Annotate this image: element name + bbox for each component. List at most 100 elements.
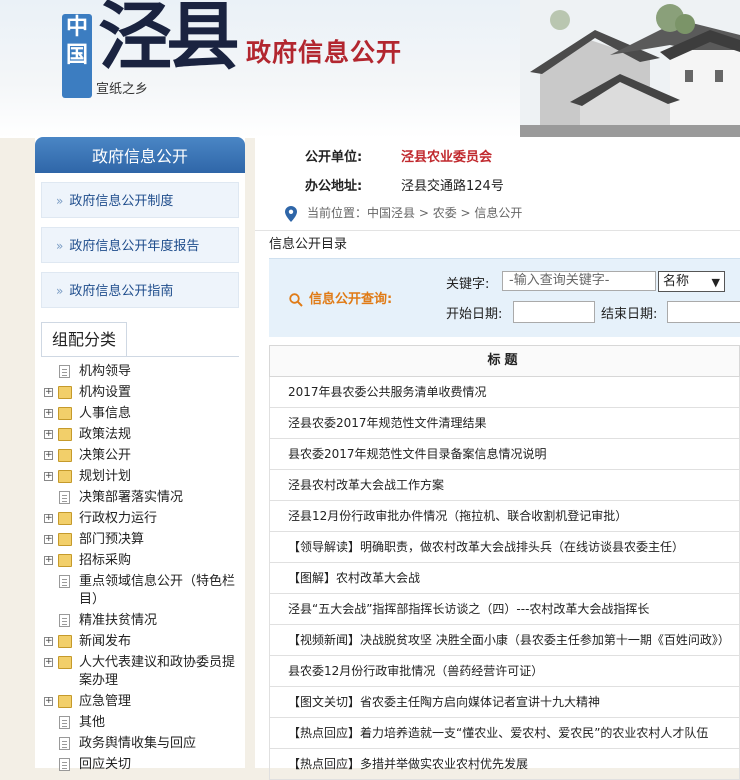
tree-item[interactable]: 重点领域信息公开（特色栏目）: [41, 573, 245, 609]
folder-icon: [58, 470, 72, 483]
tree-item-label: 机构领导: [79, 364, 132, 379]
tree-item[interactable]: + 新闻发布: [41, 633, 245, 651]
keyword-input[interactable]: -输入查询关键字-: [502, 271, 656, 291]
sidebar-link-annual-report[interactable]: » 政府信息公开年度报告: [41, 227, 239, 263]
table-row[interactable]: 2017年县农委公共服务清单收费情况: [269, 377, 740, 408]
tree-item-label: 人事信息: [79, 406, 132, 421]
sidebar-link-label: 政府信息公开制度: [69, 194, 174, 209]
table-row[interactable]: 县农委2017年规范性文件目录备案信息情况说明: [269, 439, 740, 470]
folder-icon: [58, 554, 72, 567]
tree-item-label: 人大代表建议和政协委员提案办理: [79, 655, 236, 688]
tree-item-label: 决策公开: [79, 448, 132, 463]
tree-item[interactable]: + 决策公开: [41, 447, 245, 465]
chevron-down-icon: ▼: [711, 276, 720, 289]
sidebar-link-label: 政府信息公开指南: [69, 284, 174, 299]
tree-item[interactable]: + 人事信息: [41, 405, 245, 423]
tree-item-label: 规划计划: [79, 469, 132, 484]
expand-plus-icon[interactable]: +: [44, 637, 53, 646]
breadcrumb-prefix: 当前位置：: [307, 206, 368, 220]
category-title: 组配分类: [41, 322, 128, 356]
address-label: 办公地址:: [305, 179, 363, 194]
category-tab: 组配分类: [41, 322, 239, 357]
tree-item[interactable]: + 人大代表建议和政协委员提案办理: [41, 654, 245, 690]
query-panel: 信息公开查询: 关键字: -输入查询关键字- 名称 ▼ 开始日期: 结束日期:: [269, 258, 740, 337]
tree-item[interactable]: + 招标采购: [41, 552, 245, 570]
document-icon: [59, 716, 70, 729]
folder-icon: [58, 533, 72, 546]
location-pin-icon: [285, 205, 297, 222]
address-value: 泾县交通路124号: [401, 179, 504, 194]
tree-item[interactable]: 精准扶贫情况: [41, 612, 245, 630]
table-row[interactable]: 【图解】农村改革大会战: [269, 563, 740, 594]
address-row: 办公地址: 泾县交通路124号: [305, 175, 504, 194]
sidebar-header: 政府信息公开: [35, 137, 245, 173]
directory-title: 信息公开目录: [269, 237, 348, 252]
table-row[interactable]: 泾县农村改革大会战工作方案: [269, 470, 740, 501]
sidebar-link-guide[interactable]: » 政府信息公开指南: [41, 272, 239, 308]
table-row[interactable]: 【热点回应】着力培养造就一支“懂农业、爱农村、爱农民”的农业农村人才队伍: [269, 718, 740, 749]
expand-plus-icon[interactable]: +: [44, 535, 53, 544]
tree-item[interactable]: + 政策法规: [41, 426, 245, 444]
unit-value: 泾县农业委员会: [401, 150, 493, 165]
start-date-input[interactable]: [513, 301, 595, 323]
table-row[interactable]: 【热点回应】多措并举做实农业农村优先发展: [269, 749, 740, 780]
table-row[interactable]: 泾县农委2017年规范性文件清理结果: [269, 408, 740, 439]
logo-slogan: 宣纸之乡: [96, 82, 149, 97]
left-sidebar: 政府信息公开 » 政府信息公开制度 » 政府信息公开年度报告 » 政府信息公开指南 组…: [35, 137, 245, 772]
expand-plus-icon[interactable]: +: [44, 409, 53, 418]
results-table: 标题 2017年县农委公共服务清单收费情况 泾县农委2017年规范性文件清理结果…: [269, 345, 740, 780]
table-row[interactable]: 【图文关切】省农委主任陶方启向媒体记者宣讲十九大精神: [269, 687, 740, 718]
document-icon: [59, 737, 70, 750]
table-row[interactable]: 【领导解读】明确职责，做农村改革大会战排头兵（在线访谈县农委主任）: [269, 532, 740, 563]
table-row[interactable]: 县农委12月份行政审批情况（兽药经营许可证）: [269, 656, 740, 687]
tree-item[interactable]: + 机构设置: [41, 384, 245, 402]
tree-item[interactable]: 其他: [41, 714, 245, 732]
tree-item[interactable]: 决策部署落实情况: [41, 489, 245, 507]
expand-plus-icon[interactable]: +: [44, 658, 53, 667]
tree-item-label: 应急管理: [79, 694, 132, 709]
expand-plus-icon[interactable]: +: [44, 514, 53, 523]
folder-icon: [58, 407, 72, 420]
expand-plus-icon[interactable]: +: [44, 472, 53, 481]
tree-item-label: 精准扶贫情况: [79, 613, 158, 628]
tree-item[interactable]: + 行政权力运行: [41, 510, 245, 528]
tree-item[interactable]: 政务舆情收集与回应: [41, 735, 245, 753]
expand-plus-icon[interactable]: +: [44, 388, 53, 397]
query-label: 信息公开查询:: [289, 288, 392, 307]
folder-icon: [58, 386, 72, 399]
village-illustration: [520, 0, 740, 138]
double-chevron-icon: »: [56, 239, 64, 253]
double-chevron-icon: »: [56, 284, 64, 298]
tree-item[interactable]: + 部门预决算: [41, 531, 245, 549]
end-date-input[interactable]: [667, 301, 740, 323]
search-field-select[interactable]: 名称 ▼: [658, 271, 725, 292]
sidebar-link-policy[interactable]: » 政府信息公开制度: [41, 182, 239, 218]
tree-item-label: 决策部署落实情况: [79, 490, 184, 505]
unit-label: 公开单位:: [305, 150, 363, 165]
start-date-label: 开始日期:: [446, 307, 503, 322]
tree-item[interactable]: + 应急管理: [41, 693, 245, 711]
table-row[interactable]: 【视频新闻】决战脱贫攻坚 决胜全面小康（县农委主任参加第十一期《百姓问政》）: [269, 625, 740, 656]
expand-plus-icon[interactable]: +: [44, 430, 53, 439]
select-value: 名称: [663, 274, 690, 289]
document-icon: [59, 614, 70, 627]
header-banner: 中国 泾县 宣纸之乡 政府信息公开: [0, 0, 740, 138]
query-label-text: 信息公开查询:: [309, 292, 393, 307]
document-icon: [59, 758, 70, 771]
document-icon: [59, 365, 70, 378]
table-row[interactable]: 泾县12月份行政审批办件情况（拖拉机、联合收割机登记审批）: [269, 501, 740, 532]
double-chevron-icon: »: [56, 194, 64, 208]
expand-plus-icon[interactable]: +: [44, 697, 53, 706]
banner-title: 政府信息公开: [246, 38, 403, 67]
tree-item[interactable]: + 规划计划: [41, 468, 245, 486]
tree-item-label: 行政权力运行: [79, 511, 158, 526]
expand-plus-icon[interactable]: +: [44, 556, 53, 565]
expand-plus-icon[interactable]: +: [44, 451, 53, 460]
folder-icon: [58, 695, 72, 708]
divider: [255, 230, 740, 231]
tree-item[interactable]: 机构领导: [41, 363, 245, 381]
breadcrumb-path[interactable]: 中国泾县 > 农委 > 信息公开: [367, 206, 522, 220]
tree-item-label: 其他: [79, 715, 106, 730]
table-row[interactable]: 泾县“五大会战”指挥部指挥长访谈之（四）---农村改革大会战指挥长: [269, 594, 740, 625]
tree-item[interactable]: 回应关切: [41, 756, 245, 774]
